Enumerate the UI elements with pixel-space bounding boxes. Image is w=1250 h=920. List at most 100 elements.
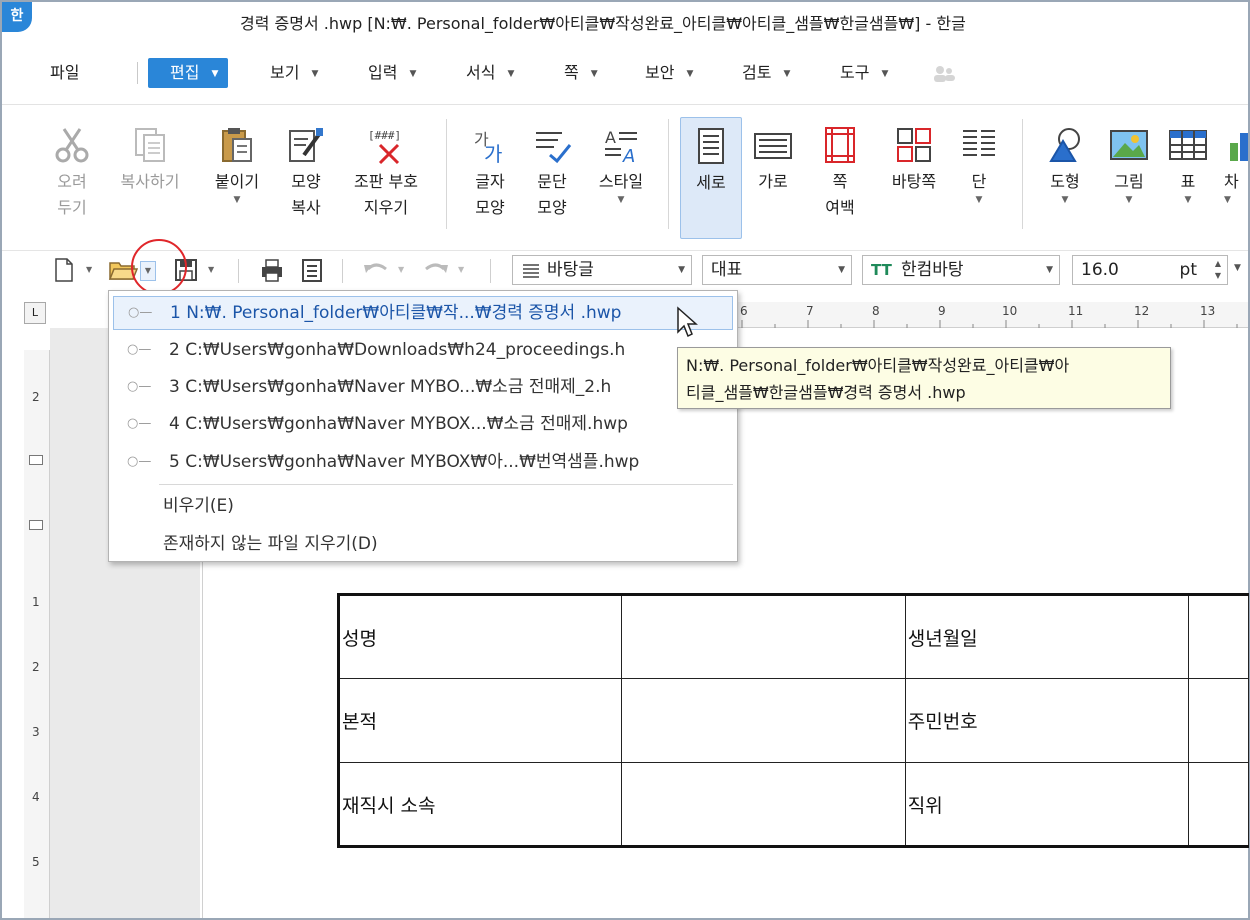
menu-divider — [159, 484, 733, 485]
table-cell[interactable] — [621, 762, 906, 847]
toolbar-divider — [342, 259, 343, 283]
page-margin-icon — [825, 127, 855, 163]
menu-tools[interactable]: 도구 ▼ — [840, 58, 888, 88]
page-margin-button[interactable]: 쪽 여백 — [808, 117, 872, 239]
picture-button[interactable]: 그림 ▼ — [1100, 117, 1158, 239]
new-document-icon[interactable] — [52, 257, 76, 283]
toolbar-divider — [490, 259, 491, 283]
chevron-down-icon: ▼ — [686, 69, 694, 79]
ribbon-divider — [446, 119, 447, 229]
chevron-down-icon: ▼ — [838, 265, 845, 275]
chevron-down-icon[interactable]: ▼ — [1234, 263, 1241, 273]
pin-icon[interactable]: ○— — [127, 334, 151, 366]
pin-icon[interactable]: ○— — [128, 297, 152, 329]
table-button[interactable]: 표 ▼ — [1162, 117, 1214, 239]
menu-review[interactable]: 검토 ▼ — [742, 58, 790, 88]
vertical-ruler[interactable]: 2 1 2 3 4 5 — [24, 350, 50, 918]
people-icon[interactable] — [932, 64, 956, 82]
cut-button[interactable]: 오려 두기 — [42, 117, 102, 239]
copy-icon — [135, 128, 165, 162]
indent-marker-icon[interactable] — [29, 520, 43, 530]
recent-file-item-5[interactable]: ○— 5 C:₩Users₩gonha₩Naver MYBOX₩아...₩번역샘… — [113, 446, 733, 480]
table-cell[interactable] — [621, 678, 906, 763]
chevron-down-icon[interactable]: ▼ — [86, 265, 92, 274]
font-combo[interactable]: TT 한컴바탕 ▼ — [862, 255, 1060, 285]
format-copy-button[interactable]: 모양 복사 — [276, 117, 336, 239]
clear-marks-icon: [###] — [368, 129, 401, 165]
table-icon — [1169, 130, 1207, 160]
truetype-font-icon: TT — [871, 261, 892, 279]
table-cell[interactable] — [1188, 594, 1249, 679]
table-cell[interactable]: 성명 — [337, 594, 623, 679]
print-preview-icon[interactable] — [300, 257, 324, 283]
document-table[interactable]: 성명 생년월일 본적 주민번호 재직시 소속 직위 — [337, 593, 1249, 848]
pin-icon[interactable]: ○— — [127, 408, 151, 440]
table-cell[interactable]: 직위 — [904, 762, 1190, 847]
chevron-down-icon[interactable]: ▼ — [208, 265, 214, 274]
style-combo[interactable]: 바탕글 ▼ — [512, 255, 692, 285]
paste-button[interactable]: 붙이기 ▼ — [202, 117, 272, 239]
table-row: 재직시 소속 직위 — [337, 762, 1249, 847]
para-shape-button[interactable]: 문단 모양 — [522, 117, 582, 239]
shape-icon — [1049, 128, 1080, 162]
pin-icon[interactable]: ○— — [127, 446, 151, 478]
recent-file-item-3[interactable]: ○— 3 C:₩Users₩gonha₩Naver MYBO...₩소금 전매제… — [113, 371, 733, 405]
language-combo[interactable]: 대표 ▼ — [702, 255, 852, 285]
copy-button[interactable]: 복사하기 — [108, 117, 192, 239]
pin-icon[interactable]: ○— — [127, 371, 151, 403]
menu-insert[interactable]: 입력 ▼ — [368, 58, 416, 88]
picture-icon — [1110, 130, 1148, 160]
remove-missing-files-button[interactable]: 존재하지 않는 파일 지우기(D) — [163, 529, 378, 554]
chevron-down-icon: ▼ — [1224, 195, 1231, 205]
clear-marks-button[interactable]: [###] 조판 부호 지우기 — [342, 117, 430, 239]
menu-view[interactable]: 보기 ▼ — [270, 58, 318, 88]
ruler-corner-button[interactable]: L — [24, 302, 46, 324]
file-path-tooltip: N:₩. Personal_folder₩아티클₩작성완료_아티클₩아 티클_샘… — [677, 347, 1171, 409]
redo-icon[interactable] — [422, 257, 450, 283]
app-logo-icon[interactable]: 한 — [2, 2, 32, 32]
chevron-down-icon[interactable]: ▼ — [458, 265, 464, 274]
chevron-down-icon: ▼ — [975, 195, 983, 205]
chevron-down-icon: ▼ — [233, 195, 241, 205]
format-painter-icon — [289, 128, 323, 162]
font-size-input[interactable]: 16.0 pt ▲ ▼ — [1072, 255, 1228, 285]
clear-recent-button[interactable]: 비우기(E) — [163, 491, 234, 516]
char-shape-button[interactable]: 가가 글자 모양 — [460, 117, 520, 239]
table-cell[interactable]: 주민번호 — [904, 678, 1190, 763]
table-cell[interactable] — [1188, 678, 1249, 763]
table-cell[interactable] — [1188, 762, 1249, 847]
recent-file-item-2[interactable]: ○— 2 C:₩Users₩gonha₩Downloads₩h24_procee… — [113, 334, 733, 368]
columns-button[interactable]: 단 ▼ — [954, 117, 1004, 239]
table-row: 성명 생년월일 — [337, 594, 1249, 679]
para-shape-icon — [536, 132, 572, 164]
landscape-button[interactable]: 가로 — [746, 117, 800, 239]
menu-page[interactable]: 쪽 ▼ — [564, 58, 598, 88]
chevron-down-icon: ▼ — [211, 69, 219, 79]
landscape-page-icon — [754, 133, 792, 159]
undo-icon[interactable] — [362, 257, 390, 283]
menu-security[interactable]: 보안 ▼ — [645, 58, 693, 88]
chart-button[interactable]: 차 ▼ — [1224, 117, 1248, 239]
columns-icon — [963, 130, 995, 156]
master-page-button[interactable]: 바탕쪽 — [878, 117, 950, 239]
top-margin-marker-icon[interactable] — [29, 455, 43, 465]
style-button[interactable]: AA 스타일 ▼ — [586, 117, 656, 239]
mouse-cursor-icon — [677, 306, 698, 338]
size-spinner-icon[interactable]: ▲ ▼ — [1215, 258, 1221, 282]
shape-button[interactable]: 도형 ▼ — [1036, 117, 1094, 239]
table-cell[interactable]: 재직시 소속 — [337, 762, 623, 847]
table-cell[interactable]: 본적 — [337, 678, 623, 763]
table-cell[interactable] — [621, 594, 906, 679]
menu-edit[interactable]: 편집 ▼ — [148, 58, 229, 88]
print-icon[interactable] — [260, 257, 284, 283]
chevron-down-icon: ▼ — [783, 69, 791, 79]
scissors-icon — [55, 128, 89, 163]
table-cell[interactable]: 생년월일 — [904, 594, 1190, 679]
recent-file-item-4[interactable]: ○— 4 C:₩Users₩gonha₩Naver MYBOX...₩소금 전매… — [113, 408, 733, 442]
chevron-down-icon: ▼ — [881, 69, 889, 79]
menu-format[interactable]: 서식 ▼ — [466, 58, 514, 88]
recent-file-item-1[interactable]: ○— 1 N:₩. Personal_folder₩아티클₩작...₩경력 증명… — [113, 296, 733, 330]
menu-file[interactable]: 파일 — [50, 58, 79, 88]
chevron-down-icon[interactable]: ▼ — [398, 265, 404, 274]
portrait-button[interactable]: 세로 — [680, 117, 742, 239]
